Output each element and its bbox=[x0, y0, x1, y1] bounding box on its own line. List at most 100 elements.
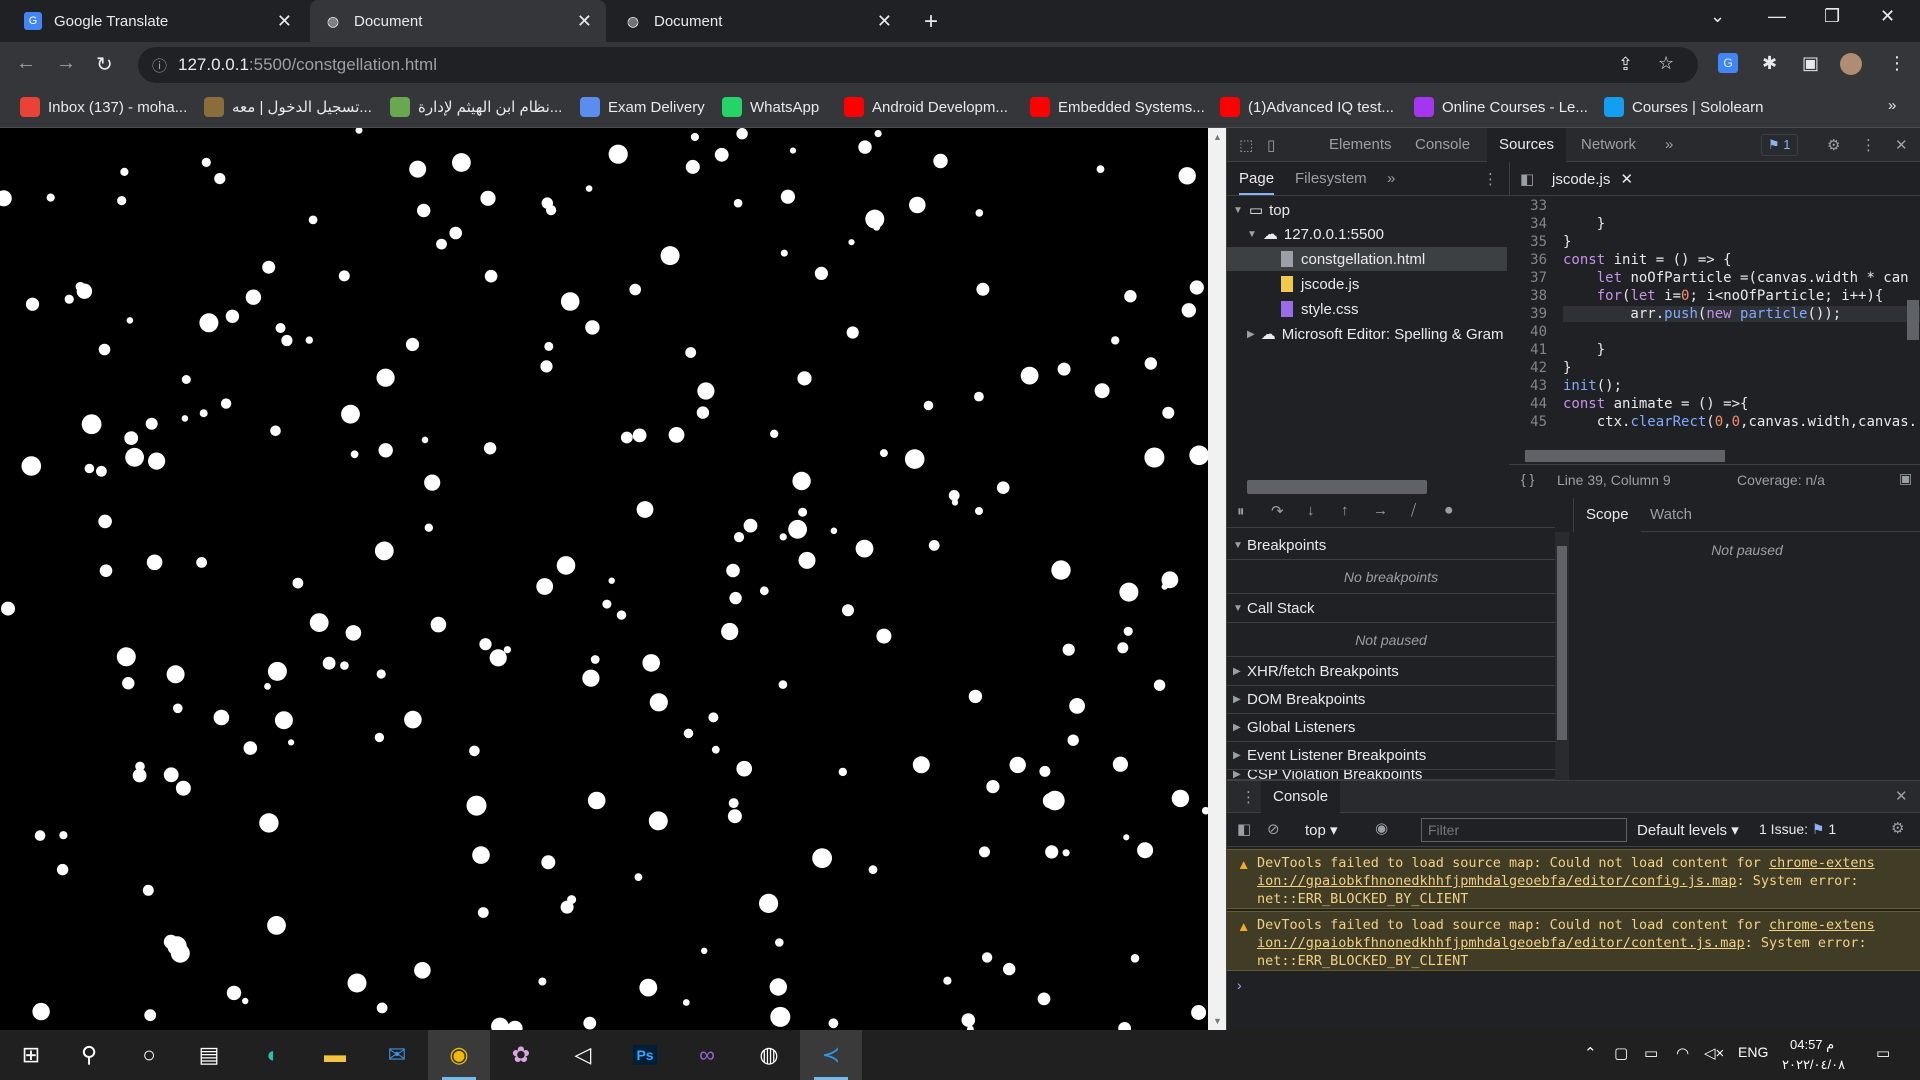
tab-sources[interactable]: Sources bbox=[1487, 128, 1567, 162]
tab-scope[interactable]: Scope bbox=[1574, 498, 1641, 532]
winamp-icon[interactable]: ◍ bbox=[738, 1030, 800, 1080]
bookmark-item[interactable]: (1)Advanced IQ test... bbox=[1220, 97, 1394, 117]
minimize-button[interactable]: — bbox=[1768, 6, 1786, 27]
forward-icon[interactable]: → bbox=[56, 52, 76, 75]
tree-file-html[interactable]: constgellation.html bbox=[1227, 247, 1507, 271]
tab-document-active[interactable]: ◍ Document ✕ bbox=[310, 0, 606, 42]
avatar[interactable] bbox=[1840, 53, 1862, 75]
close-devtools-icon[interactable]: ✕ bbox=[1895, 136, 1908, 154]
input-language[interactable]: ENG bbox=[1738, 1044, 1768, 1060]
dom-breakpoints-header[interactable]: ▶ DOM Breakpoints bbox=[1227, 686, 1555, 714]
drawer-menu-icon[interactable]: ⋮ bbox=[1241, 788, 1256, 806]
tray-overflow-icon[interactable]: ⌃ bbox=[1584, 1044, 1597, 1062]
source-map-link[interactable]: ion://gpaiobkfhnonedkhhfjpmhdalgeoebfa/e… bbox=[1257, 935, 1745, 951]
source-map-link[interactable]: chrome-extens bbox=[1769, 855, 1875, 871]
translate-extension-icon[interactable]: G bbox=[1718, 53, 1738, 73]
notifications-icon[interactable]: ▭ bbox=[1876, 1044, 1890, 1062]
tab-google-translate[interactable]: G Google Translate ✕ bbox=[10, 0, 306, 42]
reload-icon[interactable]: ↻ bbox=[96, 52, 113, 77]
site-info-icon[interactable]: ⓘ bbox=[152, 55, 167, 76]
close-icon[interactable]: ✕ bbox=[277, 11, 292, 32]
tree-extension[interactable]: ▶ ☁ Microsoft Editor: Spelling & Gram bbox=[1247, 322, 1509, 346]
line-number[interactable]: 33 bbox=[1509, 198, 1553, 214]
mail-icon[interactable]: ✉ bbox=[366, 1030, 428, 1080]
line-number[interactable]: 40 bbox=[1509, 324, 1553, 340]
drawer-tab-console[interactable]: Console bbox=[1261, 781, 1341, 813]
bookmark-star-icon[interactable]: ☆ bbox=[1658, 53, 1674, 74]
bookmark-item[interactable]: Online Courses - Le... bbox=[1414, 97, 1588, 117]
chrome-icon[interactable]: ◉ bbox=[428, 1030, 490, 1080]
clock-time[interactable]: 04:57 م bbox=[1790, 1037, 1834, 1053]
line-number[interactable]: 36 bbox=[1509, 252, 1553, 268]
step-into-icon[interactable]: ↓ bbox=[1307, 502, 1315, 519]
bookmark-item[interactable]: تسجيل الدخول | معه... bbox=[204, 97, 372, 117]
tree-top[interactable]: ▼ ▭ top bbox=[1233, 198, 1509, 222]
tree-hscrollbar[interactable] bbox=[1247, 480, 1427, 494]
deactivate-breakpoints-icon[interactable]: ⧸ bbox=[1411, 502, 1416, 519]
page-canvas[interactable] bbox=[0, 128, 1208, 1030]
line-number[interactable]: 35 bbox=[1509, 234, 1553, 250]
more-tabs-icon[interactable]: » bbox=[1665, 136, 1673, 153]
nav-tab-page[interactable]: Page bbox=[1239, 170, 1275, 195]
sidebar-scrollbar[interactable] bbox=[1555, 532, 1569, 780]
line-number[interactable]: 37 bbox=[1509, 270, 1553, 286]
step-icon[interactable]: → bbox=[1373, 502, 1388, 519]
bookmarks-overflow-icon[interactable]: » bbox=[1888, 97, 1896, 114]
panel-toggle-icon[interactable]: ▣ bbox=[1899, 470, 1912, 487]
side-panel-icon[interactable]: ▣ bbox=[1802, 53, 1819, 74]
edge-icon[interactable]: ◐ bbox=[242, 1030, 304, 1080]
scroll-down-arrow[interactable]: ▼ bbox=[1213, 1016, 1222, 1026]
editor-hscrollbar[interactable] bbox=[1525, 450, 1725, 462]
bookmark-item[interactable]: WhatsApp bbox=[722, 97, 819, 117]
line-number[interactable]: 43 bbox=[1509, 378, 1553, 394]
volume-icon[interactable]: ◁× bbox=[1704, 1044, 1724, 1062]
settings-gear-icon[interactable]: ⚙ bbox=[1827, 136, 1840, 154]
breakpoints-header[interactable]: ▼ Breakpoints bbox=[1227, 532, 1555, 560]
scroll-up-arrow[interactable]: ▲ bbox=[1213, 132, 1222, 142]
tab-network[interactable]: Network bbox=[1581, 136, 1636, 153]
pause-icon[interactable]: ⏸ bbox=[1237, 503, 1245, 520]
battery-icon[interactable]: ▭ bbox=[1644, 1044, 1658, 1062]
bookmark-item[interactable]: Android Developm... bbox=[844, 97, 1008, 117]
line-number[interactable]: 41 bbox=[1509, 342, 1553, 358]
source-map-link[interactable]: ion://gpaiobkfhnonedkhhfjpmhdalgeoebfa/e… bbox=[1257, 873, 1737, 889]
bookmark-item[interactable]: Embedded Systems... bbox=[1030, 97, 1205, 117]
page-scrollbar[interactable]: ▲ ▼ bbox=[1208, 128, 1226, 1030]
close-icon[interactable]: ✕ bbox=[577, 11, 592, 32]
editor-vscrollbar[interactable] bbox=[1907, 300, 1919, 340]
tab-elements[interactable]: Elements bbox=[1329, 136, 1392, 153]
tab-console[interactable]: Console bbox=[1415, 136, 1470, 153]
menu-icon[interactable]: ⋮ bbox=[1888, 53, 1906, 74]
log-levels-select[interactable]: Default levels ▾ bbox=[1637, 821, 1739, 839]
tab-search-icon[interactable]: ⌄ bbox=[1710, 6, 1725, 27]
pretty-print-icon[interactable]: { } bbox=[1521, 471, 1534, 487]
close-icon[interactable]: ✕ bbox=[877, 11, 892, 32]
file-tab-jscode[interactable]: jscode.js ✕ bbox=[1552, 170, 1633, 188]
bookmark-item[interactable]: Inbox (137) - moha... bbox=[20, 97, 187, 117]
clock-date[interactable]: ٢٠٢٢/٠٤/٠٨ bbox=[1782, 1057, 1845, 1073]
tree-origin[interactable]: ▼ ☁ 127.0.0.1:5500 bbox=[1247, 222, 1509, 246]
close-drawer-icon[interactable]: ✕ bbox=[1895, 787, 1908, 805]
vscode-icon[interactable]: ≺ bbox=[800, 1030, 862, 1080]
back-icon[interactable]: ← bbox=[16, 52, 36, 75]
extensions-icon[interactable]: ✱ bbox=[1762, 53, 1777, 74]
scroll-thumb[interactable] bbox=[1557, 546, 1567, 740]
close-window-button[interactable]: ✕ bbox=[1880, 6, 1895, 27]
context-select[interactable]: top ▾ bbox=[1305, 821, 1338, 839]
share-icon[interactable]: ⇪ bbox=[1618, 54, 1633, 75]
wifi-icon[interactable]: ◠ bbox=[1676, 1044, 1689, 1062]
bookmark-item[interactable]: Exam Delivery bbox=[580, 97, 705, 117]
console-settings-gear-icon[interactable]: ⚙ bbox=[1891, 819, 1904, 837]
line-number[interactable]: 45 bbox=[1509, 414, 1553, 430]
tree-file-css[interactable]: style.css bbox=[1227, 297, 1507, 321]
address-bar[interactable]: ⓘ 127.0.0.1:5500/constgellation.html ⇪ ☆ bbox=[138, 47, 1698, 83]
file-explorer-icon[interactable]: ▬ bbox=[304, 1030, 366, 1080]
tree-file-js[interactable]: jscode.js bbox=[1227, 272, 1507, 296]
call-stack-header[interactable]: ▼ Call Stack bbox=[1227, 595, 1555, 623]
bookmark-item[interactable]: Courses | Sololearn bbox=[1604, 97, 1763, 117]
nav-tab-filesystem[interactable]: Filesystem bbox=[1295, 170, 1367, 187]
csp-breakpoints-header[interactable]: ▶ CSP Violation Breakpoints bbox=[1227, 770, 1555, 780]
device-toolbar-icon[interactable]: ▯ bbox=[1267, 136, 1275, 154]
tab-watch[interactable]: Watch bbox=[1650, 506, 1692, 523]
photoshop-icon[interactable]: Ps bbox=[614, 1030, 676, 1080]
